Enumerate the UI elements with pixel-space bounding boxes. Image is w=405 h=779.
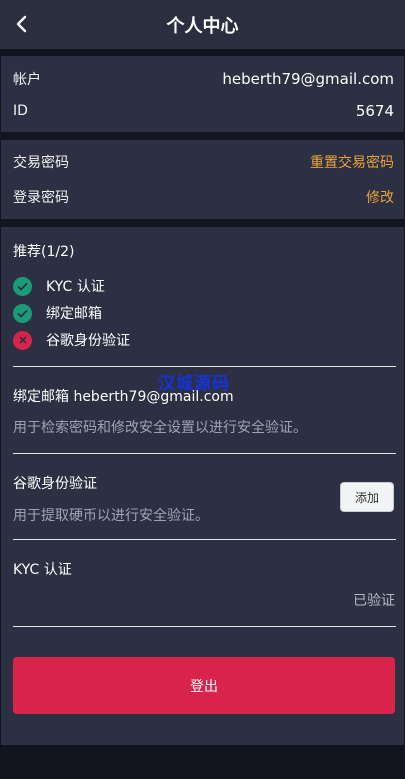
check-circle-icon bbox=[13, 276, 32, 296]
logout-button[interactable]: 登出 bbox=[13, 657, 395, 714]
divider bbox=[13, 453, 396, 454]
divider bbox=[13, 366, 396, 367]
chevron-left-icon bbox=[16, 15, 27, 33]
recommend-item-label: 绑定邮箱 bbox=[46, 306, 102, 322]
password-card: 交易密码 重置交易密码 登录密码 修改 bbox=[1, 140, 404, 219]
account-row: 帐户 heberth79@gmail.com bbox=[13, 68, 394, 90]
email-section-desc: 用于检索密码和修改安全设置以进行安全验证。 bbox=[13, 420, 307, 436]
check-circle-icon bbox=[13, 303, 32, 323]
trade-password-label: 交易密码 bbox=[13, 155, 69, 171]
trade-password-row: 交易密码 重置交易密码 bbox=[13, 151, 394, 173]
id-row: ID 5674 bbox=[13, 100, 394, 122]
recommend-item-label: KYC 认证 bbox=[46, 279, 105, 295]
login-password-row: 登录密码 修改 bbox=[13, 186, 394, 208]
watermark-text: 汉城源码 bbox=[158, 374, 230, 394]
id-value: 5674 bbox=[355, 102, 394, 120]
google-section-desc: 用于提取硬币以进行安全验证。 bbox=[13, 508, 209, 524]
recommend-title: 推荐(1/2) bbox=[13, 244, 75, 260]
divider bbox=[13, 626, 396, 627]
recommend-item-label: 谷歌身份验证 bbox=[46, 333, 130, 349]
kyc-section-title: KYC 认证 bbox=[13, 562, 72, 578]
account-label: 帐户 bbox=[13, 72, 41, 88]
recommend-item-google: 谷歌身份验证 bbox=[13, 330, 130, 350]
login-password-label: 登录密码 bbox=[13, 190, 69, 206]
google-section-title: 谷歌身份验证 bbox=[13, 476, 97, 492]
account-card: 帐户 heberth79@gmail.com ID 5674 bbox=[1, 56, 404, 132]
recommend-item-kyc: KYC 认证 bbox=[13, 276, 105, 296]
add-google-auth-button[interactable]: 添加 bbox=[340, 482, 394, 512]
divider bbox=[13, 539, 396, 540]
reset-trade-password-link[interactable]: 重置交易密码 bbox=[310, 152, 394, 172]
account-value: heberth79@gmail.com bbox=[222, 70, 394, 88]
x-circle-icon bbox=[13, 330, 32, 350]
kyc-status: 已验证 bbox=[353, 593, 395, 609]
id-label: ID bbox=[13, 103, 28, 119]
top-bar: 个人中心 bbox=[0, 0, 405, 49]
back-button[interactable] bbox=[10, 12, 32, 36]
page-title: 个人中心 bbox=[166, 15, 239, 37]
recommend-item-email: 绑定邮箱 bbox=[13, 303, 102, 323]
modify-login-password-link[interactable]: 修改 bbox=[366, 187, 394, 207]
